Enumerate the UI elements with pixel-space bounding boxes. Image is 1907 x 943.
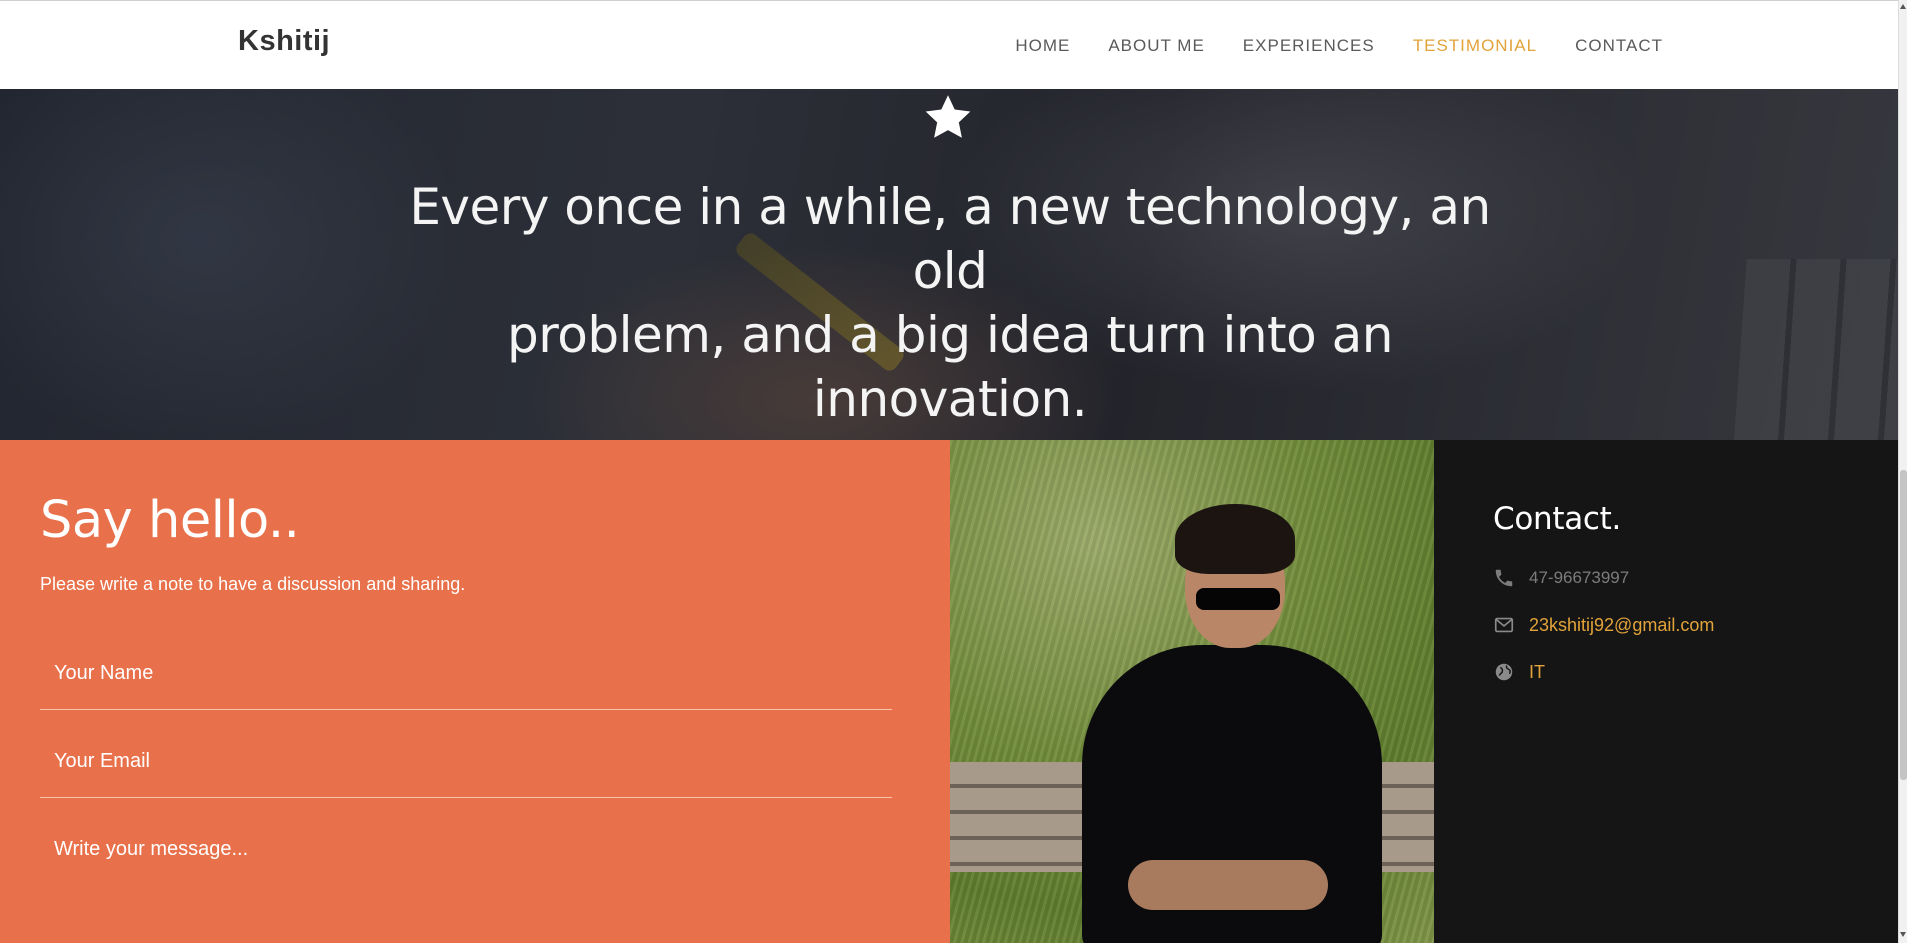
nav-link-experiences[interactable]: EXPERIENCES <box>1243 36 1375 56</box>
quote-line-1: Every once in a while, a new technology,… <box>409 178 1491 300</box>
scroll-down-icon[interactable] <box>1900 932 1906 937</box>
contact-title: Contact. <box>1493 501 1622 537</box>
contact-info-panel: Contact. 47-96673997 23kshitij92@gmail.c… <box>1434 440 1898 943</box>
photo-person-hands <box>1128 860 1328 910</box>
scrollbar-thumb[interactable] <box>1900 470 1907 780</box>
nav-link-home[interactable]: HOME <box>1015 36 1070 56</box>
email-field <box>40 750 892 798</box>
envelope-icon <box>1494 617 1514 633</box>
top-navbar: Kshitij HOME ABOUT ME EXPERIENCES TESTIM… <box>0 0 1898 89</box>
form-title: Say hello.. <box>40 491 300 550</box>
photo-sunglasses <box>1196 588 1280 610</box>
page-scrollbar[interactable] <box>1898 0 1907 943</box>
nav-menu: HOME ABOUT ME EXPERIENCES TESTIMONIAL CO… <box>1015 36 1663 56</box>
phone-icon <box>1495 569 1513 587</box>
name-field <box>40 662 892 710</box>
page: Kshitij HOME ABOUT ME EXPERIENCES TESTIM… <box>0 0 1907 943</box>
nav-link-about-me[interactable]: ABOUT ME <box>1108 36 1204 56</box>
testimonial-quote: Every once in a while, a new technology,… <box>400 175 1500 431</box>
email-input[interactable] <box>54 750 878 773</box>
message-textarea[interactable] <box>54 838 878 898</box>
name-input[interactable] <box>54 662 878 685</box>
phone-number: 47-96673997 <box>1529 568 1630 587</box>
contact-phone-row: 47-96673997 <box>1493 567 1629 589</box>
quote-line-2: problem, and a big idea turn into an inn… <box>507 306 1393 428</box>
contact-email-row: 23kshitij92@gmail.com <box>1493 614 1714 636</box>
form-subtitle: Please write a note to have a discussion… <box>40 574 466 594</box>
email-link[interactable]: 23kshitij92@gmail.com <box>1529 615 1714 636</box>
nav-link-contact[interactable]: CONTACT <box>1575 36 1663 56</box>
contact-website-row: IT <box>1493 661 1545 683</box>
star-icon <box>925 95 971 138</box>
profile-photo <box>950 440 1434 943</box>
testimonial-hero: Every once in a while, a new technology,… <box>0 89 1898 440</box>
photo-person-hair <box>1175 504 1295 574</box>
scroll-up-icon[interactable] <box>1900 4 1906 9</box>
website-link[interactable]: IT <box>1529 662 1545 683</box>
message-field <box>40 838 892 938</box>
contact-form-panel: Say hello.. Please write a note to have … <box>0 440 950 943</box>
nav-link-testimonial[interactable]: TESTIMONIAL <box>1413 36 1537 56</box>
brand-logo[interactable]: Kshitij <box>238 25 330 58</box>
globe-icon <box>1495 663 1513 681</box>
